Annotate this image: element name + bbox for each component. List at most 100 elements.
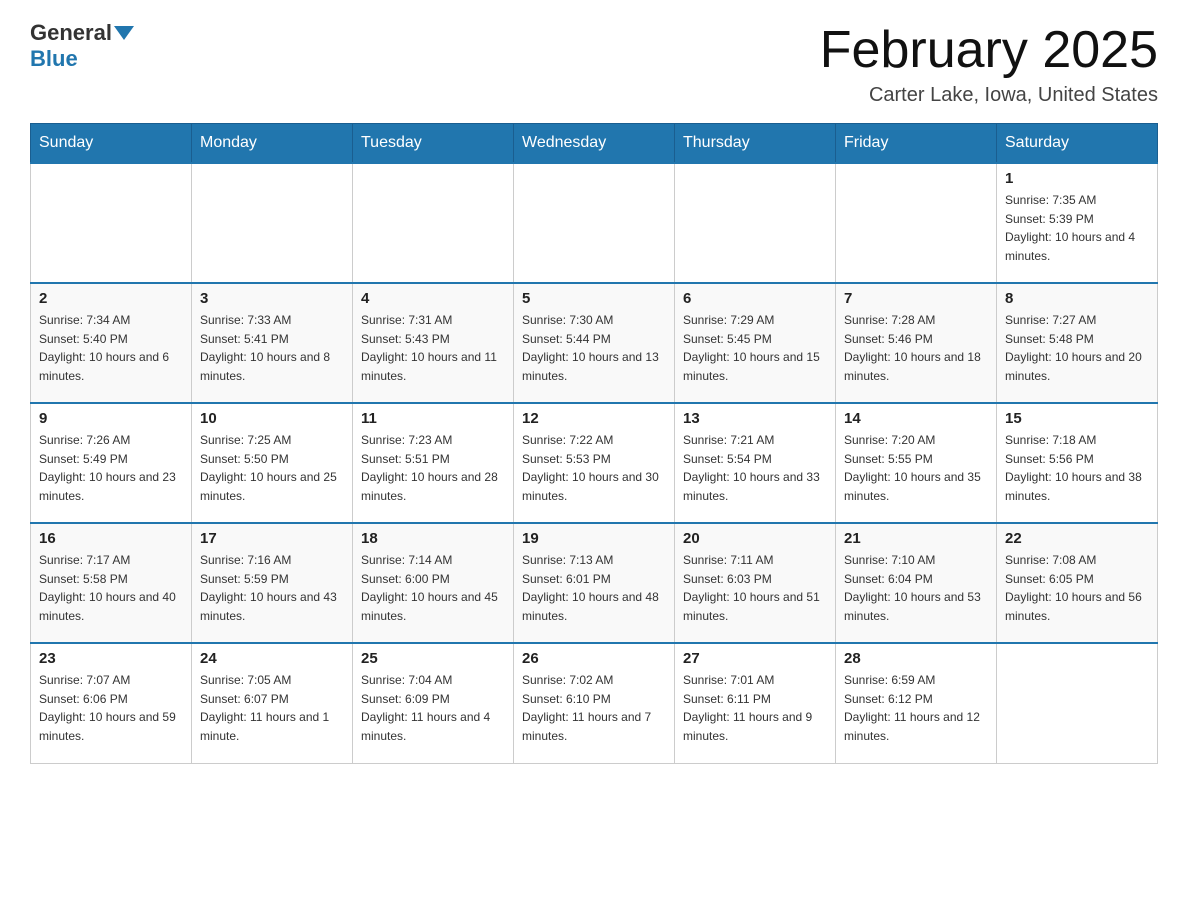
- week-row-2: 2 Sunrise: 7:34 AMSunset: 5:40 PMDaylight…: [31, 283, 1158, 403]
- day-info: Sunrise: 7:22 AMSunset: 5:53 PMDaylight:…: [522, 431, 666, 505]
- calendar-cell: 1 Sunrise: 7:35 AMSunset: 5:39 PMDaylight…: [997, 163, 1158, 283]
- day-number: 20: [683, 530, 827, 547]
- day-number: 7: [844, 290, 988, 307]
- logo-general-text: General: [30, 20, 112, 46]
- calendar-cell: 9 Sunrise: 7:26 AMSunset: 5:49 PMDaylight…: [31, 403, 192, 523]
- day-number: 15: [1005, 410, 1149, 427]
- day-info: Sunrise: 7:34 AMSunset: 5:40 PMDaylight:…: [39, 311, 183, 385]
- day-info: Sunrise: 7:17 AMSunset: 5:58 PMDaylight:…: [39, 551, 183, 625]
- day-number: 14: [844, 410, 988, 427]
- day-number: 18: [361, 530, 505, 547]
- day-info: Sunrise: 7:23 AMSunset: 5:51 PMDaylight:…: [361, 431, 505, 505]
- col-wednesday: Wednesday: [514, 124, 675, 164]
- day-number: 3: [200, 290, 344, 307]
- day-info: Sunrise: 7:11 AMSunset: 6:03 PMDaylight:…: [683, 551, 827, 625]
- week-row-4: 16 Sunrise: 7:17 AMSunset: 5:58 PMDayligh…: [31, 523, 1158, 643]
- day-info: Sunrise: 7:25 AMSunset: 5:50 PMDaylight:…: [200, 431, 344, 505]
- col-thursday: Thursday: [675, 124, 836, 164]
- page-subtitle: Carter Lake, Iowa, United States: [820, 84, 1158, 107]
- calendar-cell: 16 Sunrise: 7:17 AMSunset: 5:58 PMDayligh…: [31, 523, 192, 643]
- day-info: Sunrise: 7:04 AMSunset: 6:09 PMDaylight:…: [361, 671, 505, 745]
- calendar-cell: 14 Sunrise: 7:20 AMSunset: 5:55 PMDayligh…: [836, 403, 997, 523]
- day-number: 21: [844, 530, 988, 547]
- week-row-3: 9 Sunrise: 7:26 AMSunset: 5:49 PMDaylight…: [31, 403, 1158, 523]
- day-info: Sunrise: 7:31 AMSunset: 5:43 PMDaylight:…: [361, 311, 505, 385]
- calendar-cell: 18 Sunrise: 7:14 AMSunset: 6:00 PMDayligh…: [353, 523, 514, 643]
- calendar-cell: [997, 643, 1158, 763]
- logo-blue-text: Blue: [30, 46, 78, 72]
- calendar-cell: 17Sunrise: 7:16 AMSunset: 5:59 PMDayligh…: [192, 523, 353, 643]
- day-number: 27: [683, 650, 827, 667]
- day-info: Sunrise: 7:28 AMSunset: 5:46 PMDaylight:…: [844, 311, 988, 385]
- calendar-cell: 15Sunrise: 7:18 AMSunset: 5:56 PMDayligh…: [997, 403, 1158, 523]
- day-info: Sunrise: 7:02 AMSunset: 6:10 PMDaylight:…: [522, 671, 666, 745]
- calendar-cell: 2 Sunrise: 7:34 AMSunset: 5:40 PMDaylight…: [31, 283, 192, 403]
- day-number: 10: [200, 410, 344, 427]
- day-info: Sunrise: 7:20 AMSunset: 5:55 PMDaylight:…: [844, 431, 988, 505]
- day-info: Sunrise: 7:14 AMSunset: 6:00 PMDaylight:…: [361, 551, 505, 625]
- day-number: 26: [522, 650, 666, 667]
- day-number: 6: [683, 290, 827, 307]
- day-number: 16: [39, 530, 183, 547]
- week-row-1: 1 Sunrise: 7:35 AMSunset: 5:39 PMDaylight…: [31, 163, 1158, 283]
- day-number: 28: [844, 650, 988, 667]
- day-info: Sunrise: 7:35 AMSunset: 5:39 PMDaylight:…: [1005, 191, 1149, 265]
- calendar-cell: 4 Sunrise: 7:31 AMSunset: 5:43 PMDaylight…: [353, 283, 514, 403]
- calendar-cell: 27 Sunrise: 7:01 AMSunset: 6:11 PMDayligh…: [675, 643, 836, 763]
- calendar-cell: 11 Sunrise: 7:23 AMSunset: 5:51 PMDayligh…: [353, 403, 514, 523]
- calendar-cell: 13 Sunrise: 7:21 AMSunset: 5:54 PMDayligh…: [675, 403, 836, 523]
- day-number: 24: [200, 650, 344, 667]
- calendar-header-row: Sunday Monday Tuesday Wednesday Thursday…: [31, 124, 1158, 164]
- day-info: Sunrise: 7:08 AMSunset: 6:05 PMDaylight:…: [1005, 551, 1149, 625]
- day-info: Sunrise: 7:05 AMSunset: 6:07 PMDaylight:…: [200, 671, 344, 745]
- calendar-cell: 8Sunrise: 7:27 AMSunset: 5:48 PMDaylight…: [997, 283, 1158, 403]
- calendar-cell: [31, 163, 192, 283]
- calendar-cell: 26 Sunrise: 7:02 AMSunset: 6:10 PMDayligh…: [514, 643, 675, 763]
- calendar-cell: 5Sunrise: 7:30 AMSunset: 5:44 PMDaylight…: [514, 283, 675, 403]
- day-number: 12: [522, 410, 666, 427]
- calendar-cell: 20 Sunrise: 7:11 AMSunset: 6:03 PMDayligh…: [675, 523, 836, 643]
- page-header: General Blue February 2025 Carter Lake, …: [30, 20, 1158, 107]
- day-number: 9: [39, 410, 183, 427]
- logo: General Blue: [30, 20, 136, 72]
- day-info: Sunrise: 7:30 AMSunset: 5:44 PMDaylight:…: [522, 311, 666, 385]
- day-number: 4: [361, 290, 505, 307]
- calendar-cell: [836, 163, 997, 283]
- col-saturday: Saturday: [997, 124, 1158, 164]
- day-number: 23: [39, 650, 183, 667]
- calendar-cell: 12 Sunrise: 7:22 AMSunset: 5:53 PMDayligh…: [514, 403, 675, 523]
- day-number: 22: [1005, 530, 1149, 547]
- calendar-cell: [514, 163, 675, 283]
- day-info: Sunrise: 7:21 AMSunset: 5:54 PMDaylight:…: [683, 431, 827, 505]
- day-info: Sunrise: 7:10 AMSunset: 6:04 PMDaylight:…: [844, 551, 988, 625]
- logo-arrow-icon: [114, 26, 134, 40]
- calendar-cell: 23 Sunrise: 7:07 AMSunset: 6:06 PMDayligh…: [31, 643, 192, 763]
- calendar-cell: [192, 163, 353, 283]
- calendar-cell: 19Sunrise: 7:13 AMSunset: 6:01 PMDayligh…: [514, 523, 675, 643]
- day-number: 25: [361, 650, 505, 667]
- day-number: 11: [361, 410, 505, 427]
- page-title: February 2025: [820, 20, 1158, 80]
- calendar-cell: 28Sunrise: 6:59 AMSunset: 6:12 PMDayligh…: [836, 643, 997, 763]
- week-row-5: 23 Sunrise: 7:07 AMSunset: 6:06 PMDayligh…: [31, 643, 1158, 763]
- day-number: 8: [1005, 290, 1149, 307]
- calendar-cell: [353, 163, 514, 283]
- calendar-cell: 10 Sunrise: 7:25 AMSunset: 5:50 PMDayligh…: [192, 403, 353, 523]
- col-tuesday: Tuesday: [353, 124, 514, 164]
- day-info: Sunrise: 7:01 AMSunset: 6:11 PMDaylight:…: [683, 671, 827, 745]
- calendar-cell: [675, 163, 836, 283]
- title-section: February 2025 Carter Lake, Iowa, United …: [820, 20, 1158, 107]
- calendar-cell: 25 Sunrise: 7:04 AMSunset: 6:09 PMDayligh…: [353, 643, 514, 763]
- day-info: Sunrise: 7:07 AMSunset: 6:06 PMDaylight:…: [39, 671, 183, 745]
- logo-text: General: [30, 20, 136, 46]
- day-info: Sunrise: 7:33 AMSunset: 5:41 PMDaylight:…: [200, 311, 344, 385]
- calendar-table: Sunday Monday Tuesday Wednesday Thursday…: [30, 123, 1158, 764]
- day-number: 1: [1005, 170, 1149, 187]
- day-info: Sunrise: 7:26 AMSunset: 5:49 PMDaylight:…: [39, 431, 183, 505]
- day-number: 13: [683, 410, 827, 427]
- col-sunday: Sunday: [31, 124, 192, 164]
- day-number: 19: [522, 530, 666, 547]
- day-number: 17: [200, 530, 344, 547]
- day-number: 2: [39, 290, 183, 307]
- calendar-cell: 24 Sunrise: 7:05 AMSunset: 6:07 PMDayligh…: [192, 643, 353, 763]
